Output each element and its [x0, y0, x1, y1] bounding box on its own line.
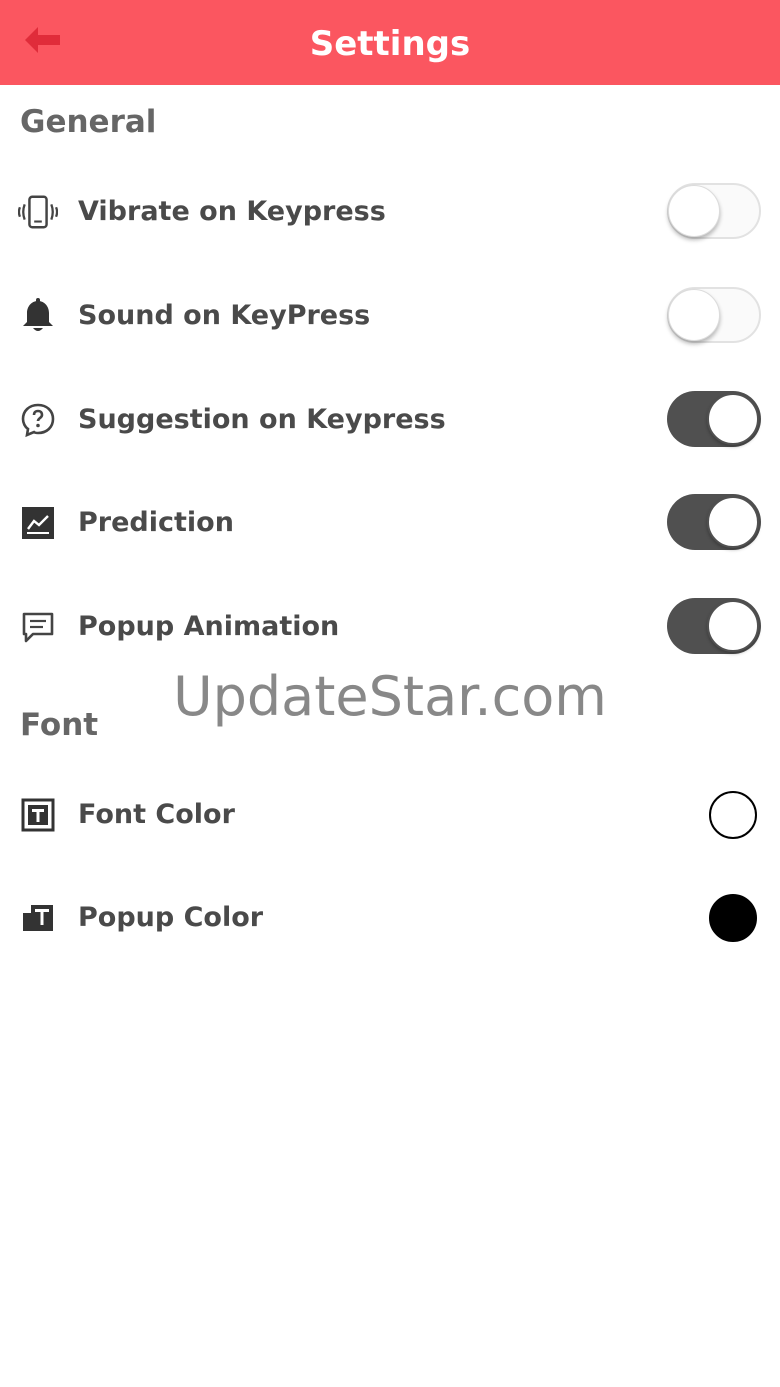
watermark: UpdateStar.com — [173, 665, 607, 728]
question-bubble-icon — [18, 400, 58, 440]
setting-label: Sound on KeyPress — [78, 300, 371, 331]
setting-row-popup-color[interactable]: Popup Color — [0, 878, 780, 958]
page-title: Settings — [309, 24, 471, 64]
setting-label: Vibrate on Keypress — [78, 196, 386, 227]
suggestion-toggle[interactable] — [667, 391, 763, 449]
bell-icon — [18, 296, 58, 336]
setting-row-vibrate[interactable]: Vibrate on Keypress — [0, 172, 780, 252]
prediction-toggle[interactable] — [667, 494, 763, 552]
setting-label: Popup Color — [78, 902, 264, 933]
message-icon — [18, 607, 58, 647]
vibration-icon — [18, 192, 58, 232]
setting-label: Prediction — [78, 507, 234, 538]
setting-label: Popup Animation — [78, 611, 340, 642]
popup-animation-toggle[interactable] — [667, 598, 763, 656]
font-color-swatch[interactable] — [709, 791, 757, 839]
text-box-icon — [18, 795, 58, 835]
setting-row-prediction[interactable]: Prediction — [0, 483, 780, 563]
back-arrow-icon — [22, 25, 62, 59]
chart-icon — [18, 503, 58, 543]
setting-row-suggestion[interactable]: Suggestion on Keypress — [0, 380, 780, 460]
setting-row-sound[interactable]: Sound on KeyPress — [0, 276, 780, 356]
section-header-font: Font — [20, 707, 99, 743]
setting-label: Font Color — [78, 799, 235, 830]
settings-screen: Settings General Vibrate on Keypress Sou… — [0, 0, 780, 1387]
section-header-general: General — [20, 104, 157, 140]
sound-toggle[interactable] — [667, 287, 763, 345]
popup-text-icon — [18, 898, 58, 938]
back-button[interactable] — [16, 20, 68, 64]
popup-color-swatch[interactable] — [709, 894, 757, 942]
setting-row-popup-animation[interactable]: Popup Animation — [0, 587, 780, 667]
app-bar: Settings — [0, 0, 780, 85]
setting-row-font-color[interactable]: Font Color — [0, 775, 780, 855]
vibrate-toggle[interactable] — [667, 183, 763, 241]
setting-label: Suggestion on Keypress — [78, 404, 446, 435]
